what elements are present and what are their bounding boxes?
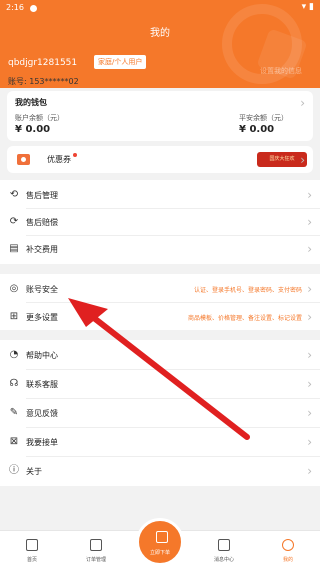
- home-icon: [26, 539, 38, 551]
- settings-group: ◎ 账号安全 认证、登录手机号、登录密码、支付密码 › ⊞ 更多设置 商品模板、…: [0, 274, 320, 330]
- feedback-icon: ✎: [9, 407, 19, 418]
- profile-header: 2:16 ▾ ▮ 我的 qbdjgr1281551 家庭/个人用户 设置我的信息…: [0, 0, 320, 88]
- divider: [26, 369, 320, 370]
- tab-orders[interactable]: 订单管理: [64, 531, 128, 568]
- chevron-right-icon: ›: [300, 96, 305, 110]
- menu-item-feedback[interactable]: ✎ 意见反馈 ›: [0, 400, 320, 426]
- chevron-right-icon: ›: [307, 406, 312, 420]
- grid-icon: ⊞: [9, 311, 19, 322]
- tab-label: 订单管理: [85, 557, 106, 563]
- coupon-label: 优惠券: [47, 155, 71, 164]
- account-security-note: 认证、登录手机号、登录密码、支付密码: [193, 287, 302, 294]
- divider: [26, 302, 320, 303]
- info-icon: ⓘ: [9, 465, 19, 476]
- coupon-badge-dot: [73, 153, 77, 157]
- help-icon: ◔: [9, 349, 19, 360]
- divider: [26, 456, 320, 457]
- wifi-battery-icon: ▾ ▮: [301, 2, 314, 12]
- tab-messages[interactable]: 消息中心: [192, 531, 256, 568]
- menu-item-more-settings[interactable]: ⊞ 更多设置 商品模板、价格管理、备注设置、标记设置 ›: [0, 304, 320, 330]
- after-sales-group: ⟲ 售后管理 › ⟳ 售后赔偿 › ▤ 补交费用 ›: [0, 180, 320, 264]
- coupon-icon: [17, 154, 30, 165]
- message-icon: [218, 539, 230, 551]
- wallet-card[interactable]: 我的钱包 › 账户余额（元） ¥ 0.00 平安余额（元） ¥ 0.00: [7, 91, 313, 141]
- support-group: ◔ 帮助中心 › ☊ 联系客服 › ✎ 意见反馈 › ⊠ 我要接单 › ⓘ 关于…: [0, 340, 320, 486]
- tab-label: 首页: [26, 557, 37, 563]
- status-time: 2:16: [6, 3, 24, 12]
- menu-item-label: 我要接单: [26, 438, 58, 447]
- secure-balance-value: ¥ 0.00: [239, 124, 275, 135]
- menu-item-label: 账号安全: [26, 285, 58, 294]
- account-number: 账号: 153******02: [8, 77, 79, 86]
- menu-item-label: 帮助中心: [26, 351, 58, 360]
- balance-value: ¥ 0.00: [15, 124, 51, 135]
- chevron-right-icon: ›: [307, 282, 312, 296]
- tab-label: 消息中心: [213, 557, 234, 563]
- chevron-right-icon: ›: [300, 153, 305, 167]
- user-type-badge: 家庭/个人用户: [94, 55, 147, 69]
- chevron-right-icon: ›: [307, 435, 312, 449]
- chevron-right-icon: ›: [307, 377, 312, 391]
- more-settings-note: 商品模板、价格管理、备注设置、标记设置: [187, 315, 302, 322]
- menu-item-label: 售后管理: [26, 191, 58, 200]
- chevron-right-icon: ›: [307, 464, 312, 478]
- menu-item-account-security[interactable]: ◎ 账号安全 认证、登录手机号、登录密码、支付密码 ›: [0, 276, 320, 302]
- divider: [26, 427, 320, 428]
- tab-home[interactable]: 首页: [0, 531, 64, 568]
- take-order-icon: ⊠: [9, 436, 19, 447]
- menu-item-label: 售后赔偿: [26, 218, 58, 227]
- menu-item-label: 更多设置: [26, 313, 58, 322]
- status-bar: 2:16 ▾ ▮: [6, 2, 314, 16]
- page-title: 我的: [150, 28, 170, 39]
- user-icon: [282, 539, 294, 551]
- menu-item-after-sales[interactable]: ⟲ 售后管理 ›: [0, 182, 320, 208]
- chevron-right-icon: ›: [307, 188, 312, 202]
- header-faded-text: 设置我的信息: [260, 67, 302, 75]
- headset-icon: ☊: [9, 378, 19, 389]
- place-order-label: 立即下单: [149, 550, 170, 556]
- edit-order-icon: [156, 531, 168, 543]
- menu-item-help[interactable]: ◔ 帮助中心 ›: [0, 342, 320, 368]
- menu-item-label: 关于: [26, 467, 42, 476]
- user-name: qbdjgr1281551: [8, 58, 78, 68]
- after-sales-icon: ⟲: [9, 189, 19, 200]
- menu-item-take-orders[interactable]: ⊠ 我要接单 ›: [0, 429, 320, 455]
- chevron-right-icon: ›: [307, 215, 312, 229]
- menu-item-about[interactable]: ⓘ 关于 ›: [0, 458, 320, 484]
- menu-item-supplement-fee[interactable]: ▤ 补交费用 ›: [0, 236, 320, 262]
- compensation-icon: ⟳: [9, 216, 19, 227]
- menu-item-label: 联系客服: [26, 380, 58, 389]
- menu-item-label: 补交费用: [26, 245, 58, 254]
- tab-label: 我的: [282, 557, 293, 563]
- menu-item-compensation[interactable]: ⟳ 售后赔偿 ›: [0, 209, 320, 235]
- chevron-right-icon: ›: [307, 242, 312, 256]
- chevron-right-icon: ›: [307, 348, 312, 362]
- receipt-icon: ▤: [9, 243, 19, 254]
- secure-balance-label: 平安余额（元）: [239, 114, 288, 122]
- tab-mine[interactable]: 我的: [256, 531, 320, 568]
- notification-dot-icon: [30, 5, 37, 12]
- menu-item-contact[interactable]: ☊ 联系客服 ›: [0, 371, 320, 397]
- menu-item-label: 意见反馈: [26, 409, 58, 418]
- chevron-right-icon: ›: [307, 310, 312, 324]
- security-icon: ◎: [9, 283, 19, 294]
- coupon-row[interactable]: 优惠券 国庆大狂欢 ›: [7, 146, 313, 173]
- divider: [26, 398, 320, 399]
- place-order-button[interactable]: 立即下单: [136, 518, 184, 566]
- wallet-title: 我的钱包: [15, 98, 47, 107]
- balance-label: 账户余额（元）: [15, 114, 64, 122]
- orders-icon: [90, 539, 102, 551]
